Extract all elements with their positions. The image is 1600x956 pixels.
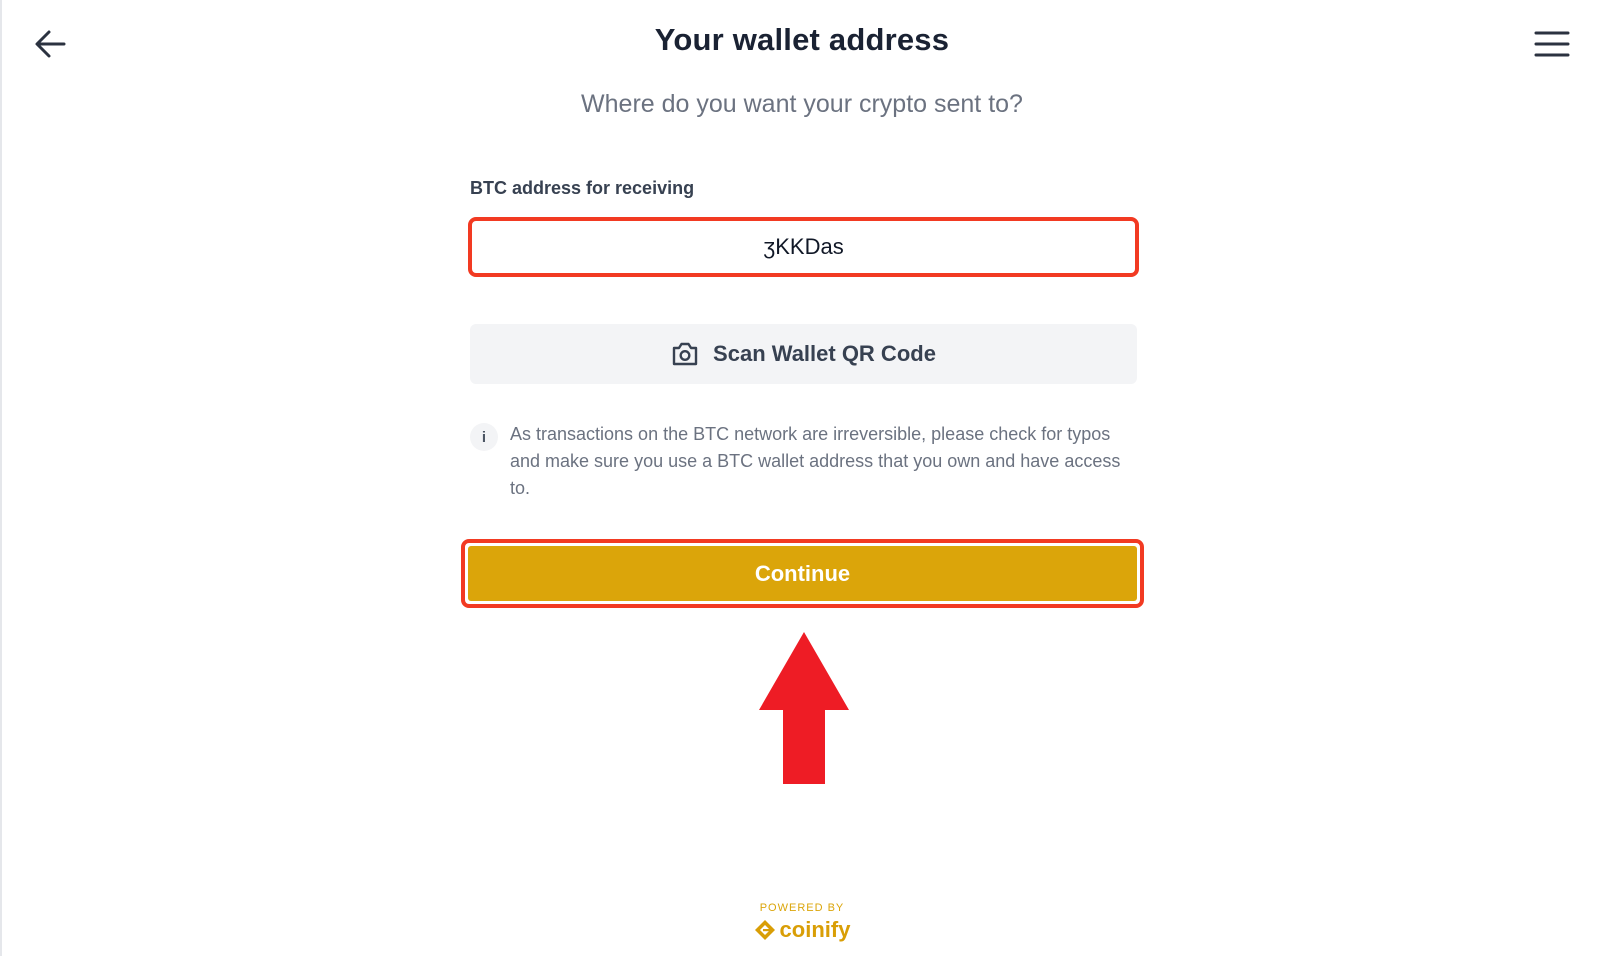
coinify-logo: coinify <box>754 917 851 943</box>
btc-address-input[interactable] <box>468 217 1139 277</box>
powered-by-text: POWERED BY <box>759 902 845 914</box>
scan-qr-button[interactable]: Scan Wallet QR Code <box>470 324 1137 384</box>
footer: POWERED BY coinify <box>2 902 1600 946</box>
continue-button[interactable]: Continue <box>461 539 1144 608</box>
continue-label: Continue <box>754 560 851 586</box>
scan-qr-label: Scan Wallet QR Code <box>713 341 936 366</box>
wallet-address-page: Your wallet address Where do you want yo… <box>0 0 1600 956</box>
camera-icon <box>672 342 698 366</box>
coinify-brand-name: coinify <box>779 917 851 942</box>
page-title: Your wallet address <box>654 22 950 57</box>
arrow-up-icon <box>759 632 849 784</box>
menu-button[interactable] <box>1532 26 1572 62</box>
page-subtitle: Where do you want your crypto sent to? <box>581 90 1023 118</box>
info-icon: i <box>470 423 498 451</box>
info-text: As transactions on the BTC network are i… <box>510 424 1121 498</box>
continue-button-fill: Continue <box>468 546 1137 601</box>
coinify-logo-icon <box>754 920 775 940</box>
hamburger-menu-icon <box>1534 31 1570 57</box>
address-label: BTC address for receiving <box>470 178 695 198</box>
info-notice: i As transactions on the BTC network are… <box>470 421 1137 502</box>
